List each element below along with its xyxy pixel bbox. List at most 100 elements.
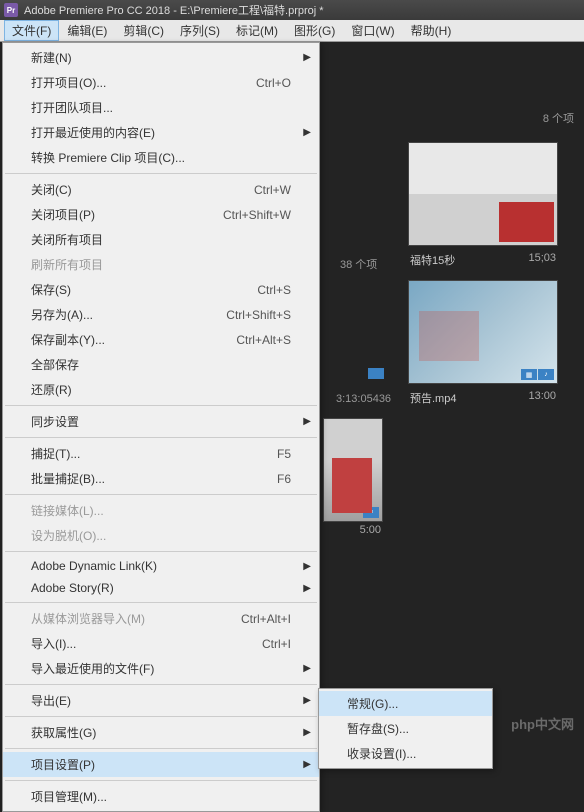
menu-item-label: 打开项目(O)... [31,74,256,91]
file-menu-item[interactable]: 导出(E)▶ [3,688,319,713]
menu-item-shortcut: Ctrl+S [257,283,311,297]
menu-sequence[interactable]: 序列(S) [172,20,228,41]
media-thumb-3[interactable]: ≡ [323,418,383,522]
menu-separator [5,748,317,749]
watermark: php中文网 [511,714,574,733]
menu-item-label: 关闭项目(P) [31,206,223,223]
thumb-duration: 13:00 [528,390,556,402]
menu-separator [5,716,317,717]
media-thumb-1[interactable]: ≡ [408,142,558,246]
menu-item-label: 链接媒体(L)... [31,502,311,519]
menu-separator [5,405,317,406]
file-menu-item[interactable]: 关闭项目(P)Ctrl+Shift+W [3,202,319,227]
file-menu-item[interactable]: 打开最近使用的内容(E)▶ [3,120,319,145]
submenu-arrow-icon: ▶ [303,663,311,674]
menu-item-label: 另存为(A)... [31,306,226,323]
menu-separator [5,602,317,603]
file-menu-item[interactable]: 导入最近使用的文件(F)▶ [3,656,319,681]
project-settings-submenu-item[interactable]: 收录设置(I)... [319,741,492,766]
file-menu-item[interactable]: 保存(S)Ctrl+S [3,277,319,302]
file-menu-item: 刷新所有项目 [3,252,319,277]
menu-item-label: 保存副本(Y)... [31,331,236,348]
menu-item-label: Adobe Dynamic Link(K) [31,559,311,573]
file-menu-item[interactable]: 打开项目(O)...Ctrl+O [3,70,319,95]
top-item-count: 8 个项 [543,110,574,126]
file-menu-item: 链接媒体(L)... [3,498,319,523]
menu-help[interactable]: 帮助(H) [403,20,460,41]
menu-item-label: 转换 Premiere Clip 项目(C)... [31,149,311,166]
menu-item-shortcut: Ctrl+Shift+S [226,308,311,322]
timecode-text: 3:13:05436 [336,393,391,405]
menu-marker[interactable]: 标记(M) [228,20,286,41]
menu-item-label: 导出(E) [31,692,311,709]
menu-file[interactable]: 文件(F) [4,20,59,41]
file-menu-item: 设为脱机(O)... [3,523,319,548]
menu-edit[interactable]: 编辑(E) [59,20,115,41]
file-menu-item[interactable]: 全部保存 [3,352,319,377]
submenu-arrow-icon: ▶ [303,583,311,594]
menu-item-label: 捕捉(T)... [31,445,277,462]
menu-item-label: 收录设置(I)... [347,745,484,762]
menu-item-label: 从媒体浏览器导入(M) [31,610,241,627]
title-text: Adobe Premiere Pro CC 2018 - E:\Premiere… [24,2,324,18]
menu-item-label: 新建(N) [31,49,311,66]
menu-item-label: 打开团队项目... [31,99,311,116]
file-menu-item[interactable]: 保存副本(Y)...Ctrl+Alt+S [3,327,319,352]
file-menu-item[interactable]: 新建(N)▶ [3,45,319,70]
file-menu-item[interactable]: 打开团队项目... [3,95,319,120]
menu-separator [5,551,317,552]
menu-item-shortcut: F5 [277,447,311,461]
menu-graphics[interactable]: 图形(G) [286,20,343,41]
file-menu-item[interactable]: Adobe Story(R)▶ [3,577,319,599]
menu-item-label: 导入(I)... [31,635,262,652]
thumb-duration: 15;03 [528,252,556,264]
submenu-arrow-icon: ▶ [303,759,311,770]
project-settings-submenu-item[interactable]: 常规(G)... [319,691,492,716]
menu-item-shortcut: Ctrl+Shift+W [223,208,311,222]
file-menu-item[interactable]: 同步设置▶ [3,409,319,434]
menu-window[interactable]: 窗口(W) [343,20,402,41]
file-menu-item[interactable]: 项目设置(P)▶ [3,752,319,777]
file-menu-item[interactable]: 转换 Premiere Clip 项目(C)... [3,145,319,170]
project-settings-submenu-item[interactable]: 暂存盘(S)... [319,716,492,741]
menu-item-label: 关闭所有项目 [31,231,311,248]
menu-separator [5,173,317,174]
menu-item-shortcut: Ctrl+Alt+S [236,333,311,347]
thumb-duration: 5:00 [360,524,381,536]
thumb-label: 福特15秒 [410,252,455,268]
menu-item-label: 保存(S) [31,281,257,298]
menu-item-label: 同步设置 [31,413,311,430]
premiere-icon: Pr [4,3,18,17]
media-thumb-2[interactable]: ▦ ♪ [408,280,558,384]
file-menu-item[interactable]: Adobe Dynamic Link(K)▶ [3,555,319,577]
file-menu-item: 从媒体浏览器导入(M)Ctrl+Alt+I [3,606,319,631]
file-menu-item[interactable]: 批量捕捉(B)...F6 [3,466,319,491]
menu-item-label: 刷新所有项目 [31,256,311,273]
submenu-arrow-icon: ▶ [303,416,311,427]
submenu-arrow-icon: ▶ [303,727,311,738]
menu-item-label: 批量捕捉(B)... [31,470,277,487]
menu-clip[interactable]: 剪辑(C) [115,20,172,41]
menu-item-shortcut: F6 [277,472,311,486]
file-menu-item[interactable]: 另存为(A)...Ctrl+Shift+S [3,302,319,327]
project-settings-submenu: 常规(G)... 暂存盘(S)... 收录设置(I)... [318,688,493,769]
file-menu-item[interactable]: 导入(I)...Ctrl+I [3,631,319,656]
menu-item-label: 暂存盘(S)... [347,720,484,737]
file-menu-item[interactable]: 关闭所有项目 [3,227,319,252]
submenu-arrow-icon: ▶ [303,52,311,63]
menu-separator [5,494,317,495]
file-menu-item[interactable]: 捕捉(T)...F5 [3,441,319,466]
file-menu-item[interactable]: 获取属性(G)▶ [3,720,319,745]
submenu-arrow-icon: ▶ [303,127,311,138]
menu-item-label: 常规(G)... [347,695,484,712]
file-menu-item[interactable]: 还原(R) [3,377,319,402]
thumb-label: 预告.mp4 [410,390,456,406]
menu-item-shortcut: Ctrl+Alt+I [241,612,311,626]
menu-separator [5,780,317,781]
file-menu-item[interactable]: 关闭(C)Ctrl+W [3,177,319,202]
file-menu-item[interactable]: 项目管理(M)... [3,784,319,809]
submenu-arrow-icon: ▶ [303,695,311,706]
submenu-arrow-icon: ▶ [303,561,311,572]
menu-item-label: 设为脱机(O)... [31,527,311,544]
menu-item-label: 还原(R) [31,381,311,398]
